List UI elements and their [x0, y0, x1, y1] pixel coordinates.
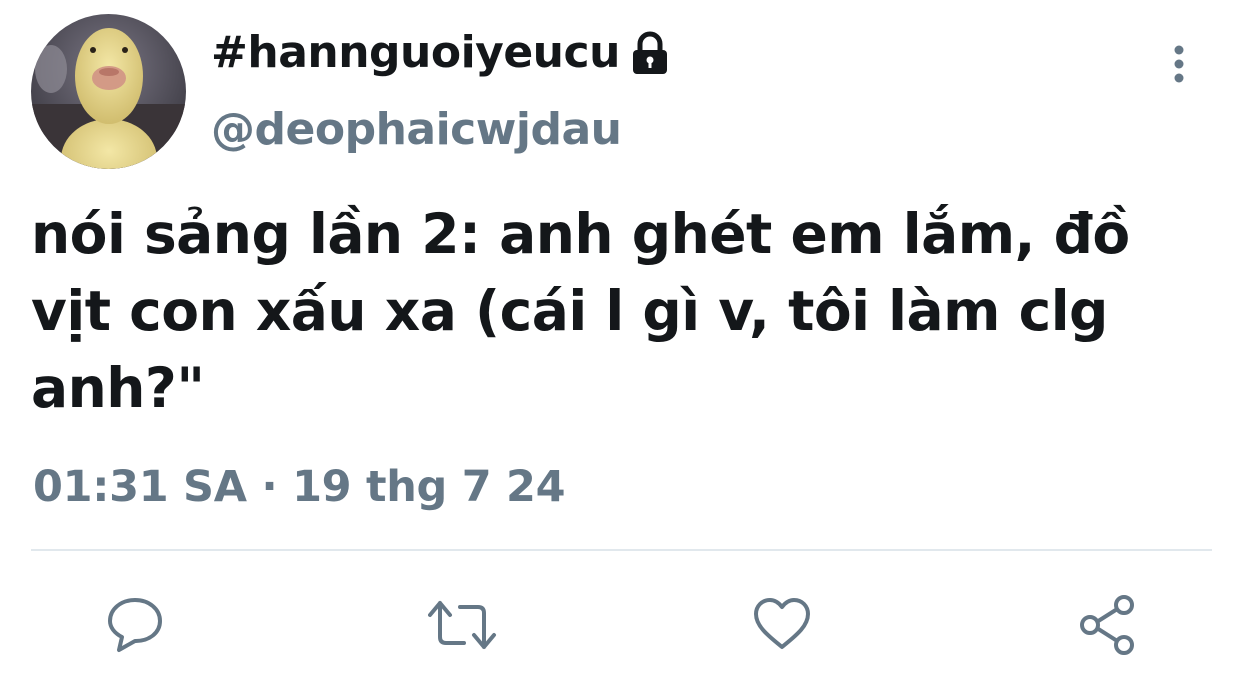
tweet-timestamp[interactable]: 01:31 SA · 19 thg 7 24: [33, 462, 566, 512]
user-handle[interactable]: @deophaicwjdau: [211, 104, 622, 155]
display-name-text: #hannguoiyeucu: [211, 27, 620, 78]
reply-button[interactable]: [105, 595, 165, 655]
heart-icon: [754, 598, 810, 649]
share-nodes-icon: [1080, 595, 1134, 655]
lock-icon: [630, 31, 670, 75]
display-name[interactable]: #hannguoiyeucu: [211, 27, 670, 78]
share-button[interactable]: [1078, 595, 1138, 655]
like-button[interactable]: [752, 595, 812, 655]
more-options-button[interactable]: [1164, 40, 1194, 90]
divider: [31, 549, 1212, 551]
more-vertical-icon: [1174, 45, 1184, 83]
retweet-button[interactable]: [428, 595, 498, 655]
retweet-arrows-icon: [428, 601, 496, 649]
duckling-avatar-image: [31, 14, 186, 169]
tweet-text: nói sảng lần 2: anh ghét em lắm, đồ vịt …: [31, 202, 1130, 420]
speech-bubble-icon: [108, 598, 162, 652]
avatar[interactable]: [31, 14, 186, 169]
